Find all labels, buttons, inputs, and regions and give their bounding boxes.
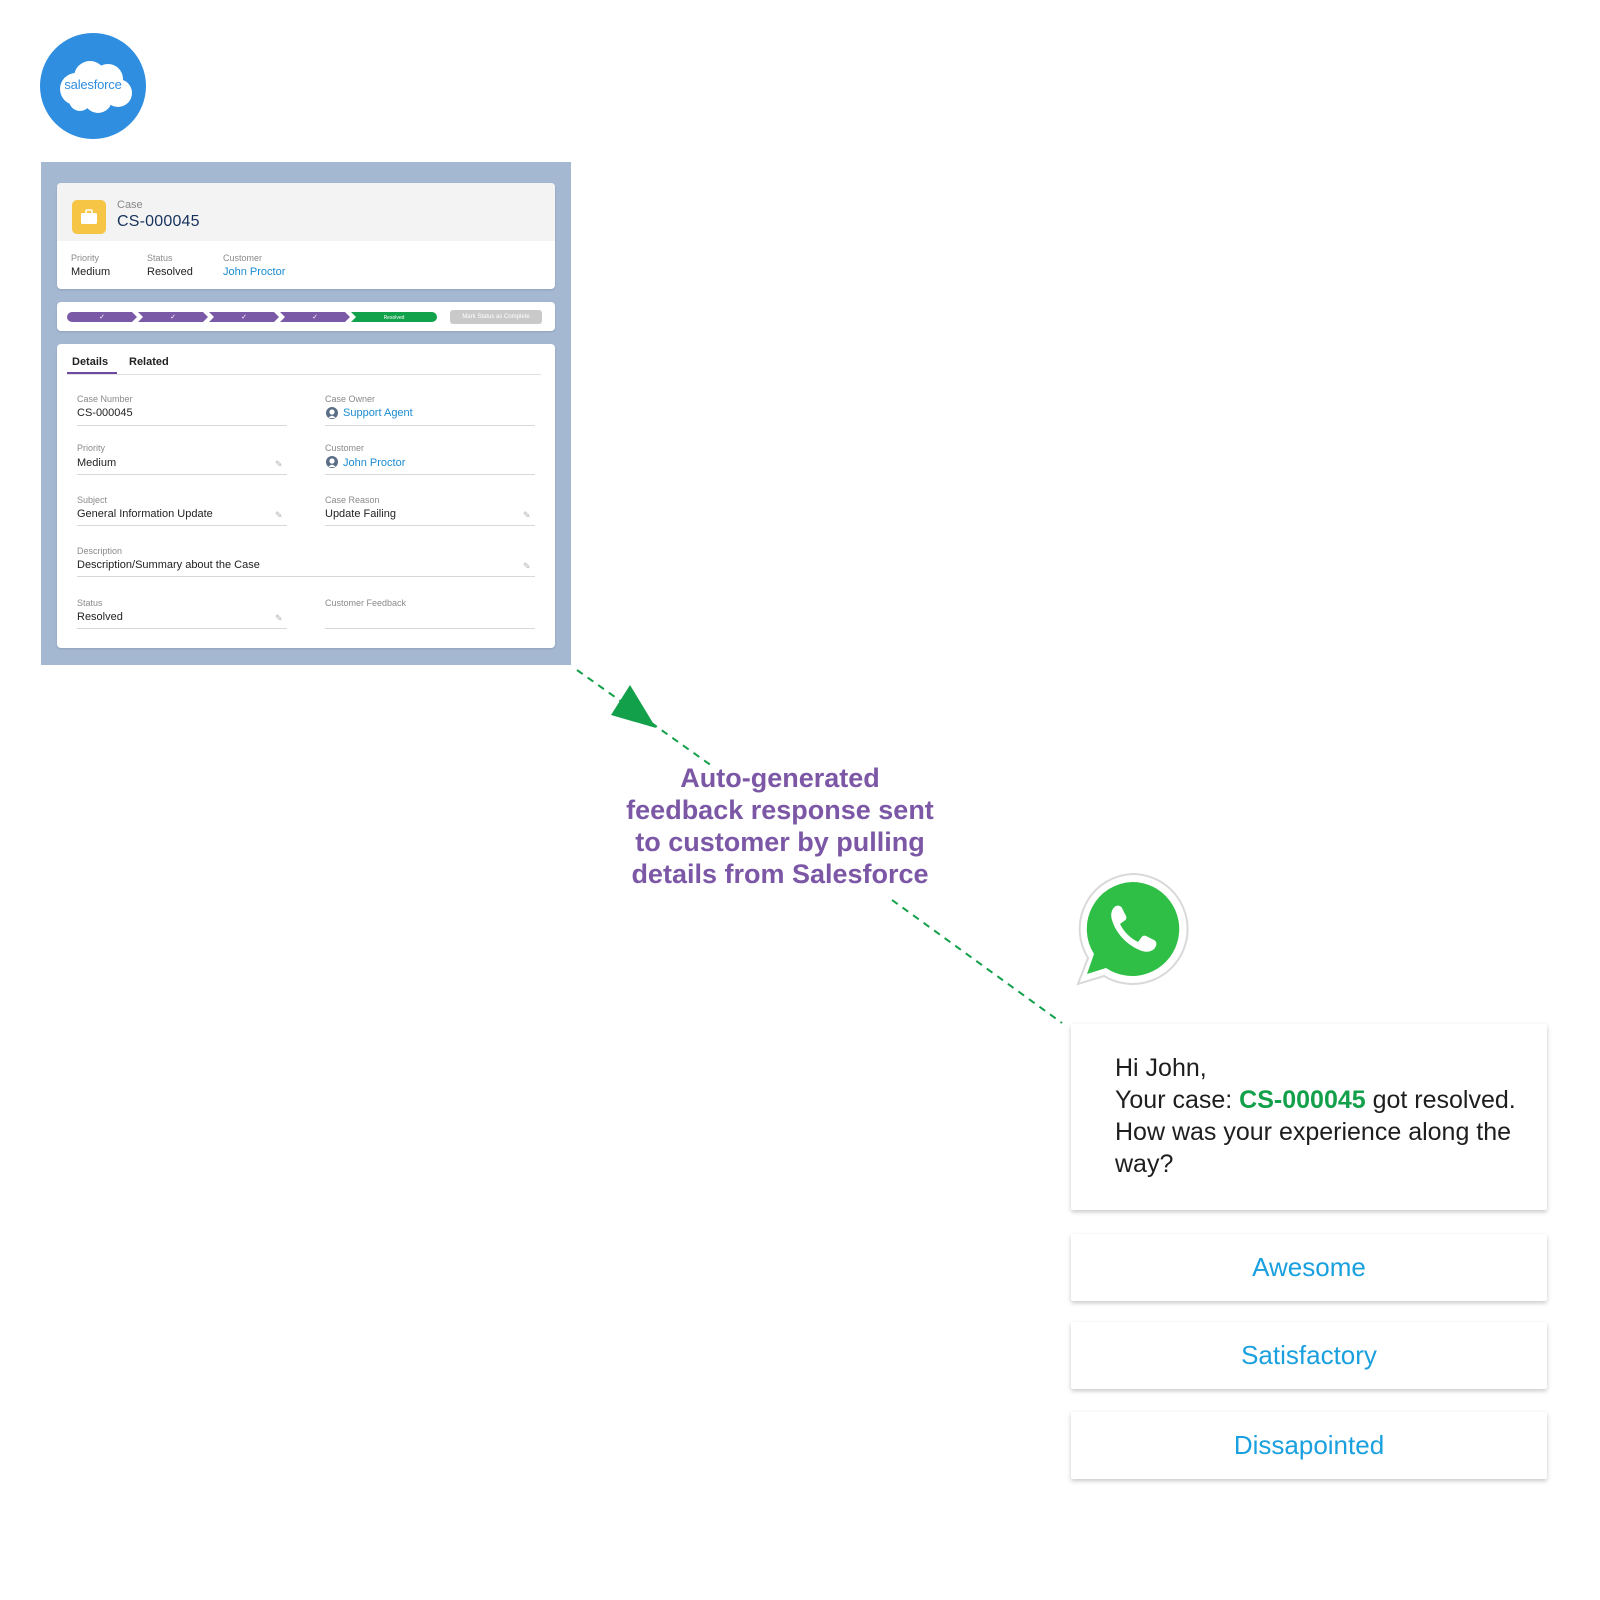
annotation-text: Auto-generated feedback response sent to… [600, 762, 960, 890]
annotation-line: details from Salesforce [631, 859, 929, 889]
arrowhead-icon [611, 685, 656, 728]
message-text: Hi John, Your case: CS-000045 got resolv… [1115, 1052, 1535, 1180]
annotation-line: to customer by pulling [635, 827, 925, 857]
whatsapp-icon [1076, 872, 1189, 986]
quick-reply-satisfactory-button[interactable]: Satisfactory [1071, 1322, 1547, 1389]
message-bubble: Hi John, Your case: CS-000045 got resolv… [1071, 1024, 1547, 1210]
annotation-line: feedback response sent [626, 795, 934, 825]
quick-reply-awesome-button[interactable]: Awesome [1071, 1234, 1547, 1301]
message-greeting: Hi John, [1115, 1054, 1207, 1082]
annotation-line: Auto-generated [680, 763, 880, 793]
message-body: Your case: CS-000045 got resolved. How w… [1115, 1084, 1535, 1180]
dashed-connector-bottom [891, 899, 1063, 1024]
quick-reply-dissapointed-button[interactable]: Dissapointed [1071, 1412, 1547, 1479]
message-prefix: Your case: [1115, 1086, 1240, 1114]
message-case-id: CS-000045 [1239, 1086, 1366, 1114]
